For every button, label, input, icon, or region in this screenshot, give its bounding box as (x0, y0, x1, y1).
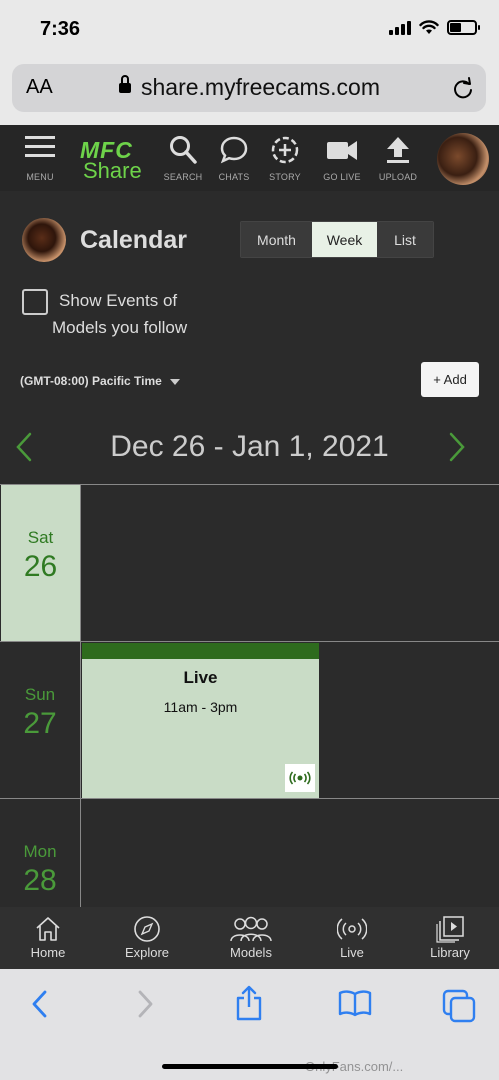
broadcast-icon (285, 764, 315, 792)
upload-label: UPLOAD (378, 172, 418, 182)
view-week-button[interactable]: Week (312, 222, 377, 257)
people-icon (230, 916, 272, 942)
bottom-tab-bar: Home Explore Models Live Library (0, 907, 499, 969)
day-cell: Mon 28 (0, 799, 81, 909)
story-icon (271, 136, 299, 164)
day-row[interactable]: Mon 28 (0, 799, 499, 909)
upload-button[interactable]: UPLOAD (373, 125, 423, 191)
back-icon[interactable] (30, 989, 50, 1019)
follow-label-line1: Show Events of (59, 291, 178, 310)
day-number: 28 (23, 864, 57, 897)
day-name: Sun (24, 685, 56, 704)
search-icon (170, 136, 197, 164)
camera-icon (327, 141, 357, 160)
signal-icon (389, 20, 411, 35)
compass-icon (134, 916, 160, 942)
date-range-nav: Dec 26 - Jan 1, 2021 (0, 426, 499, 470)
status-time: 7:36 (40, 18, 81, 40)
library-icon (436, 916, 464, 943)
forward-icon[interactable] (135, 989, 155, 1019)
event-title: Live (183, 668, 218, 687)
day-row[interactable]: Sun 27 Live 11am - 3pm (0, 642, 499, 799)
battery-icon (447, 20, 480, 35)
timezone-label: (GMT-08:00) Pacific Time (20, 374, 162, 388)
day-name: Mon (23, 842, 57, 861)
day-row[interactable]: Sat 26 (0, 485, 499, 642)
follow-label-line2: Models you follow (52, 318, 188, 337)
status-bar: 7:36 (0, 0, 499, 58)
upload-icon (387, 137, 409, 163)
event-color-bar (82, 643, 319, 659)
tab-live-label: Live (340, 945, 364, 960)
day-number: 27 (23, 707, 57, 740)
day-number: 26 (23, 550, 58, 583)
view-toggle: Month Week List (240, 221, 434, 258)
tab-library[interactable]: Library (424, 907, 476, 969)
url-bar[interactable]: AA share.myfreecams.com (12, 64, 486, 112)
mfc-share-logo[interactable]: MFC Share (78, 137, 158, 183)
tab-home[interactable]: Home (20, 907, 76, 969)
share-icon[interactable] (234, 985, 264, 1021)
view-list-button[interactable]: List (377, 222, 433, 257)
caret-down-icon (169, 378, 180, 385)
view-month-button[interactable]: Month (241, 222, 312, 257)
go-live-button[interactable]: GO LIVE (317, 125, 367, 191)
reader-settings-button[interactable]: AA (26, 76, 53, 99)
tab-library-label: Library (430, 945, 470, 960)
day-cell-today: Sat 26 (1, 485, 81, 641)
menu-label: MENU (26, 172, 54, 182)
home-indicator[interactable] (162, 1064, 338, 1069)
site-header: MENU MFC Share SEARCH CHATS STORY GO LIV… (0, 125, 499, 191)
event-time: 11am - 3pm (163, 699, 238, 715)
timezone-select[interactable]: (GMT-08:00) Pacific Time (20, 374, 180, 388)
status-icons (389, 20, 480, 35)
follow-checkbox[interactable] (22, 289, 48, 315)
calendar-avatar (22, 218, 66, 262)
page-title: Calendar (80, 226, 187, 254)
tab-home-label: Home (30, 945, 66, 960)
hamburger-icon (25, 136, 55, 157)
tab-explore-label: Explore (124, 945, 170, 960)
menu-button[interactable]: MENU (15, 125, 65, 191)
aa-label: AA (26, 76, 53, 98)
tab-explore[interactable]: Explore (118, 907, 176, 969)
tab-models-label: Models (230, 945, 272, 960)
bookmarks-icon[interactable] (338, 989, 372, 1017)
lock-icon (119, 75, 131, 94)
tabs-icon[interactable] (442, 989, 476, 1023)
tab-live[interactable]: Live (328, 907, 376, 969)
add-event-button[interactable]: + Add (421, 362, 479, 397)
date-range: Dec 26 - Jan 1, 2021 (110, 430, 389, 463)
next-week-arrow-icon[interactable] (447, 432, 467, 462)
browser-url-area: AA share.myfreecams.com (0, 58, 499, 125)
story-button[interactable]: STORY (260, 125, 310, 191)
chat-icon (220, 136, 248, 164)
calendar-event[interactable]: Live 11am - 3pm (82, 643, 319, 798)
day-name: Sat (27, 528, 54, 547)
week-grid: Sat 26 Sun 27 Live 11am - 3pm Mon 28 (0, 484, 499, 909)
day-cell: Sun 27 (0, 642, 81, 798)
user-avatar[interactable] (437, 133, 489, 185)
home-icon (36, 917, 60, 941)
url-text[interactable]: share.myfreecams.com (141, 74, 380, 101)
reload-icon[interactable] (452, 76, 474, 100)
logo-text-bottom: Share (83, 158, 142, 183)
tab-models[interactable]: Models (222, 907, 280, 969)
broadcast-icon (337, 918, 367, 940)
wifi-icon (419, 20, 439, 34)
